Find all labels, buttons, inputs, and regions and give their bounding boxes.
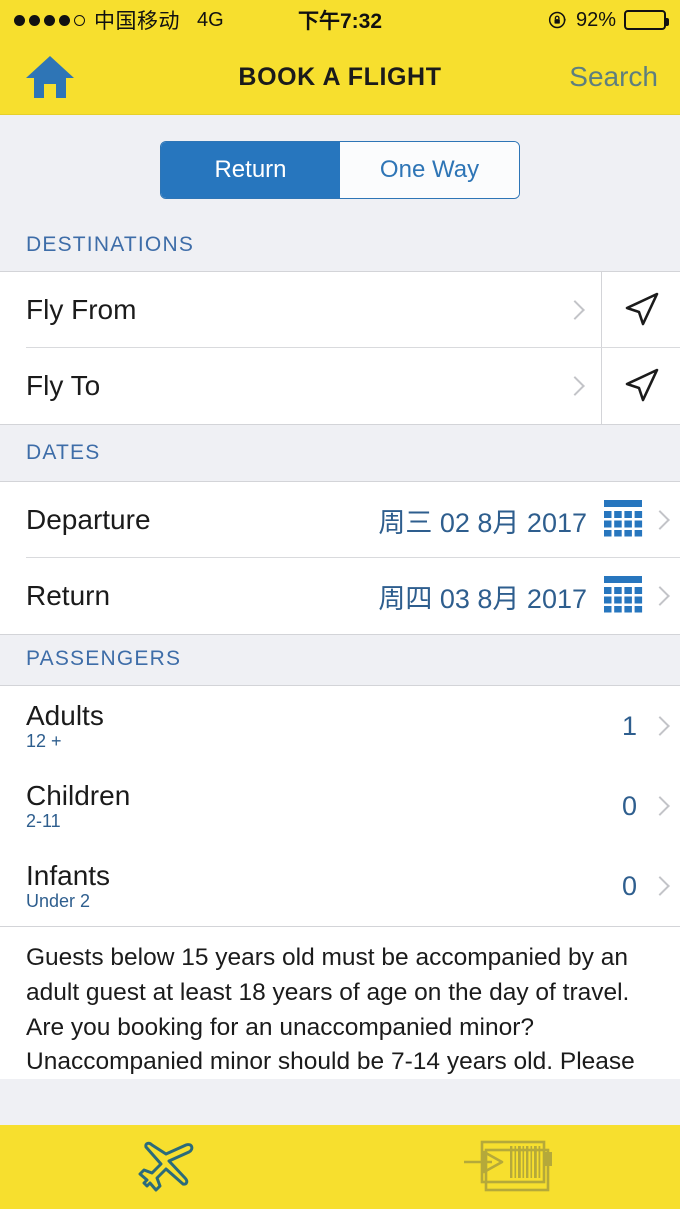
infants-count: 0	[621, 870, 637, 901]
children-label: Children	[26, 779, 131, 811]
calendar-icon	[603, 575, 643, 618]
calendar-icon	[603, 499, 643, 542]
children-count: 0	[621, 790, 637, 821]
chevron-right-icon	[653, 510, 664, 530]
children-age-range: 2-11	[26, 811, 61, 832]
departure-value: 周三 02 8月 2017	[378, 507, 587, 538]
fly-to-label: Fly To	[26, 370, 101, 401]
navigation-arrow-icon	[625, 368, 659, 402]
destinations-card: Fly From Fly To	[0, 271, 680, 425]
adults-age-range: 12 +	[26, 731, 62, 752]
section-header-passengers: PASSENGERS	[0, 635, 680, 685]
battery-percent-label: 92%	[575, 8, 616, 31]
adults-labels: Adults 12 +	[0, 699, 104, 752]
row-fly-from[interactable]: Fly From	[0, 272, 680, 348]
home-button[interactable]	[22, 53, 78, 101]
status-bar-left: 中国移动 4G	[14, 5, 224, 35]
passengers-card: Adults 12 + 1 Children 2-11 0 Infants Un…	[0, 685, 680, 927]
fly-from-label: Fly From	[26, 294, 137, 325]
trip-type-control-wrap: Return One Way	[0, 115, 680, 221]
trip-type-segmented-control[interactable]: Return One Way	[160, 141, 520, 199]
fly-to-location-button[interactable]	[602, 348, 680, 424]
bottom-tab-bar	[0, 1125, 680, 1209]
row-departure-date[interactable]: Departure 周三 02 8月 2017	[0, 482, 680, 558]
return-value: 周四 03 8月 2017	[378, 583, 587, 614]
section-header-dates: DATES	[0, 425, 680, 481]
row-infants[interactable]: Infants Under 2 0	[0, 846, 680, 926]
chevron-right-icon	[653, 586, 664, 606]
chevron-right-icon	[568, 300, 579, 320]
phone-screen: 中国移动 4G 下午7:32 92% BOOK A FLIGHT Search	[0, 0, 680, 1209]
tab-return[interactable]: Return	[161, 142, 340, 198]
chevron-right-icon	[568, 376, 579, 396]
rotation-lock-icon	[548, 11, 566, 29]
tab-one-way[interactable]: One Way	[340, 142, 519, 198]
minor-policy-disclaimer: Guests below 15 years old must be accomp…	[0, 927, 680, 1079]
chevron-right-icon	[653, 716, 664, 736]
signal-strength-icon	[14, 14, 85, 26]
row-fly-to[interactable]: Fly To	[0, 348, 680, 424]
main-content: Return One Way DESTINATIONS Fly From Fly…	[0, 115, 680, 1209]
status-bar: 中国移动 4G 下午7:32 92%	[0, 0, 680, 40]
infants-age-range: Under 2	[26, 891, 91, 912]
children-labels: Children 2-11	[0, 779, 131, 832]
dates-card: Departure 周三 02 8月 2017 Return 周四 03 8月 …	[0, 481, 680, 635]
row-return-date[interactable]: Return 周四 03 8月 2017	[0, 558, 680, 634]
tab-boarding-pass[interactable]	[340, 1138, 680, 1196]
infants-labels: Infants Under 2	[0, 859, 111, 912]
chevron-right-icon	[653, 876, 664, 896]
adults-label: Adults	[26, 699, 104, 731]
row-adults[interactable]: Adults 12 + 1	[0, 686, 680, 766]
fly-from-location-button[interactable]	[602, 272, 680, 348]
fly-from-field[interactable]: Fly From	[0, 272, 602, 348]
boarding-pass-barcode-icon	[464, 1140, 552, 1192]
adults-count: 1	[621, 710, 637, 741]
chevron-right-icon	[653, 796, 664, 816]
carrier-label: 中国移动	[94, 10, 180, 33]
fly-to-field[interactable]: Fly To	[0, 348, 602, 424]
navigation-bar: BOOK A FLIGHT Search	[0, 40, 680, 115]
return-label: Return	[26, 580, 111, 611]
network-type-label: 4G	[197, 8, 224, 31]
battery-icon	[624, 10, 669, 30]
status-bar-right: 92%	[548, 8, 669, 32]
navigation-arrow-icon	[625, 292, 659, 326]
home-icon	[26, 56, 74, 98]
search-button[interactable]: Search	[569, 61, 658, 93]
tab-flights[interactable]	[0, 1135, 340, 1199]
row-children[interactable]: Children 2-11 0	[0, 766, 680, 846]
airplane-icon	[138, 1141, 194, 1192]
departure-label: Departure	[26, 504, 151, 535]
section-header-destinations: DESTINATIONS	[0, 221, 680, 271]
infants-label: Infants	[26, 859, 111, 891]
